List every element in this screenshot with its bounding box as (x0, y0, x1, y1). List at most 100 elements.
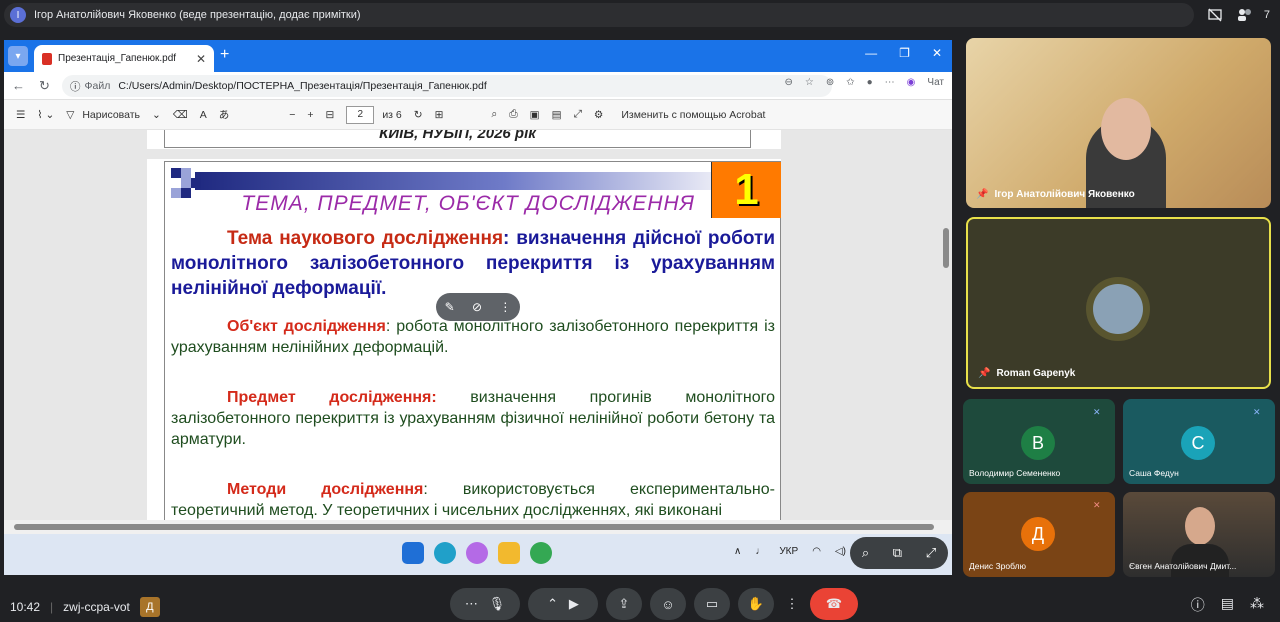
presenter-banner[interactable]: І Ігор Анатолійович Яковенко (веде презе… (4, 3, 1194, 27)
expand-icon[interactable]: ⤢ (926, 545, 936, 561)
participant-tile-active[interactable]: 📌 Roman Gapenyk (966, 217, 1271, 389)
participants-icon[interactable] (1234, 4, 1256, 26)
restore-icon[interactable]: ❐ (899, 46, 910, 60)
screen-zoom-controls: ⌕ ⧉ ⤢ (850, 537, 948, 569)
vertical-scrollbar[interactable] (942, 130, 950, 520)
pdf-viewer[interactable]: КИЇВ, НУБіП, 2026 рік 1 ТЕМА, ПРЕДМЕТ, О… (4, 130, 952, 520)
windows-start-icon[interactable] (402, 542, 424, 564)
mic-tray-icon[interactable]: ♩ (755, 546, 765, 557)
read-aloud-icon[interactable]: A (200, 109, 207, 121)
chrome-icon[interactable] (530, 542, 552, 564)
wifi-icon[interactable]: ◠ (812, 546, 821, 557)
page-view-icon[interactable]: ⊞ (435, 109, 444, 121)
address-text[interactable]: C:/Users/Admin/Desktop/ПОСТЕРНА_Презента… (118, 80, 486, 92)
participant-tile[interactable]: ✕ В Володимир Семененко (963, 399, 1115, 484)
page-number-value[interactable]: 2 (346, 105, 375, 124)
present-button[interactable]: ⇪ (606, 588, 642, 620)
chat-label[interactable]: Чат (927, 77, 944, 88)
more-icon[interactable]: ⋯ (465, 596, 478, 612)
draw-icon[interactable]: ▽ (66, 109, 74, 121)
fit-page-icon[interactable]: ⊟ (326, 109, 335, 121)
participant-tile[interactable]: 📌 Ігор Анатолійович Яковенко (966, 38, 1271, 208)
reload-icon[interactable]: ↻ (39, 78, 50, 94)
tab-search-button[interactable]: ▾ (8, 46, 28, 66)
zoom-icon[interactable]: ⊖ (784, 77, 792, 88)
copilot-icon[interactable] (466, 542, 488, 564)
favorites-icon[interactable]: ✩ (846, 77, 854, 88)
captions-button[interactable]: ▭ (694, 588, 730, 620)
highlight-icon[interactable]: ⌇ ⌄ (37, 109, 54, 121)
zoom-out-icon[interactable]: − (289, 109, 295, 121)
subject-paragraph: Предмет дослідження: визначення прогинів… (171, 387, 775, 450)
participant-name: Володимир Семененко (969, 468, 1061, 478)
participant-face (1185, 507, 1215, 545)
more-vert-icon[interactable]: ⋮ (499, 300, 511, 314)
floating-annotation-bar[interactable]: ✎ ⊘ ⋮ (436, 293, 520, 321)
mic-icon[interactable]: 🎙 (489, 596, 506, 612)
rotate-icon[interactable]: ↻ (414, 109, 423, 121)
save-icon[interactable]: ▣ (530, 109, 540, 121)
save-as-icon[interactable]: ▤ (552, 109, 562, 121)
chevron-up-icon[interactable]: ⌃ (547, 596, 558, 612)
open-new-icon[interactable]: ⧉ (893, 545, 902, 561)
leave-call-button[interactable]: ☎ (810, 588, 858, 620)
draw-dropdown-icon[interactable]: ⌄ (152, 109, 161, 121)
zoom-search-icon[interactable]: ⌕ (862, 545, 869, 561)
mic-control[interactable]: ⋯ 🎙 (450, 588, 520, 620)
volume-icon[interactable]: ◁) (835, 546, 846, 557)
meeting-info-icon[interactable]: ⓘ (1191, 595, 1205, 615)
participant-name: Денис Зроблю (969, 561, 1026, 571)
zoom-in-icon[interactable]: + (307, 109, 313, 121)
extension-icon[interactable]: ⊚ (826, 77, 834, 88)
raise-hand-button[interactable]: ✋ (738, 588, 774, 620)
participant-name: 📌 Roman Gapenyk (978, 368, 1076, 379)
profile-icon[interactable]: ● (867, 77, 873, 88)
omnibox[interactable]: ⓘ Файл C:/Users/Admin/Desktop/ПОСТЕРНА_П… (62, 75, 832, 97)
screen-share-off-icon[interactable] (1204, 4, 1226, 26)
pin-off-icon[interactable]: ✎ (445, 300, 455, 314)
page-number-input[interactable]: 2 (346, 105, 375, 124)
print-icon[interactable]: ⎙ (509, 108, 517, 121)
methods-paragraph: Методи дослідження: використовується екс… (171, 479, 775, 520)
hide-icon[interactable]: ⊘ (472, 300, 482, 314)
participant-count: 7 (1263, 9, 1270, 21)
fullscreen-icon[interactable]: ⤢ (574, 108, 582, 121)
camera-icon[interactable]: ▶ (569, 596, 579, 612)
participant-tile[interactable]: ✕ С Саша Федун (1123, 399, 1275, 484)
acrobat-button[interactable]: Изменить с помощью Acrobat (621, 109, 765, 121)
file-explorer-icon[interactable] (498, 542, 520, 564)
mic-off-icon: ✕ (1093, 500, 1101, 510)
separator: | (50, 600, 54, 614)
close-window-icon[interactable]: ✕ (932, 46, 942, 60)
minimize-icon[interactable]: — (865, 46, 877, 60)
edge-icon[interactable] (434, 542, 456, 564)
translate-icon[interactable]: あ (219, 107, 230, 122)
chat-icon[interactable]: ▤ (1221, 595, 1234, 615)
find-icon[interactable]: ⌕ (491, 108, 497, 121)
meeting-code[interactable]: zwj-ccpa-vot (63, 600, 130, 614)
subject-label: Предмет дослідження: (227, 389, 437, 406)
browser-tab[interactable]: Презентація_Гапенюк.pdf ✕ (34, 45, 214, 72)
horizontal-scrollbar[interactable] (4, 520, 952, 534)
favorite-star-icon[interactable]: ☆ (805, 77, 814, 88)
more-icon[interactable]: ⋯ (885, 77, 895, 88)
emoji-button[interactable]: ☺ (650, 588, 686, 620)
user-badge[interactable]: Д (139, 597, 160, 617)
settings-icon[interactable]: ⚙ (594, 109, 603, 121)
participant-tile[interactable]: ✕ Д Денис Зроблю (963, 492, 1115, 577)
language-indicator[interactable]: УКР (779, 546, 798, 557)
back-icon[interactable]: ← (12, 78, 25, 94)
tab-close-icon[interactable]: ✕ (196, 52, 206, 66)
tray-expand-icon[interactable]: ∧ (734, 546, 741, 557)
participant-tile[interactable]: Євген Анатолійович Дмит... (1123, 492, 1275, 577)
contents-icon[interactable]: ☰ (16, 109, 25, 121)
camera-control[interactable]: ⌃ ▶ (528, 588, 598, 620)
new-tab-button[interactable]: + (220, 46, 229, 64)
topic-paragraph: Тема наукового дослідження: визначення д… (171, 226, 775, 301)
info-icon[interactable]: ⓘ (70, 79, 81, 94)
copilot-icon[interactable]: ◉ (907, 77, 916, 88)
more-options-button[interactable]: ⋮ (782, 588, 802, 620)
activities-icon[interactable]: ⁂ (1250, 595, 1264, 615)
eraser-icon[interactable]: ⌫ (173, 109, 188, 121)
draw-button[interactable]: Нарисовать (82, 109, 140, 121)
